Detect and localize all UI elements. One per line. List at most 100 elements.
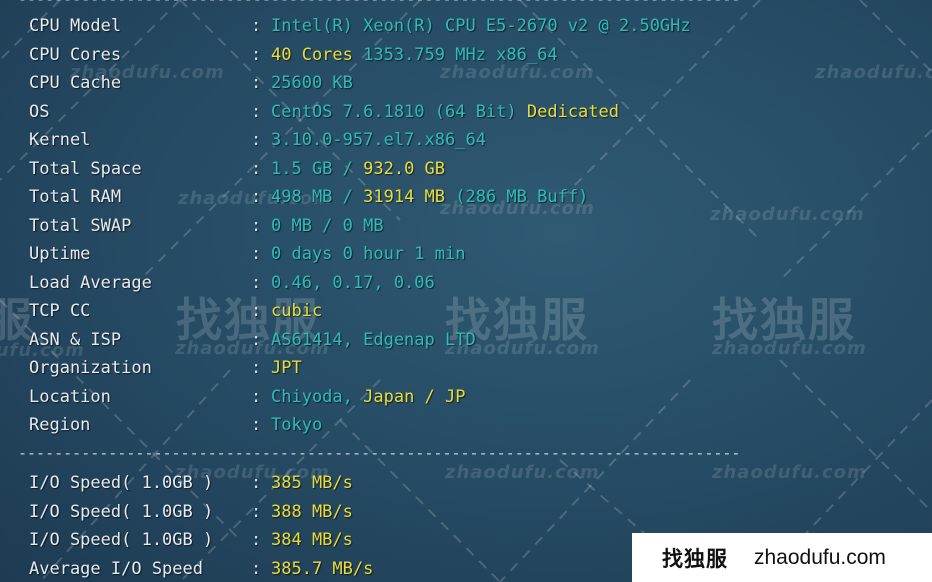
info-value: Chiyoda, Japan / JP — [271, 384, 465, 410]
info-row: Kernel:3.10.0-957.el7.x86_64 — [29, 127, 486, 153]
io-row: I/O Speed( 1.0GB ):388 MB/s — [29, 499, 353, 525]
info-label: ASN & ISP — [29, 329, 122, 350]
info-row: Total SWAP:0 MB / 0 MB — [29, 213, 384, 239]
info-colon: : — [251, 386, 262, 407]
io-row: I/O Speed( 1.0GB ):385 MB/s — [29, 470, 353, 496]
info-value-part: AS61414, Edgenap LTD — [271, 329, 476, 350]
info-value-part: 0.46, 0.17, 0.06 — [271, 272, 435, 293]
info-value-part: 3.10.0-957.el7.x86_64 — [271, 130, 486, 150]
io-label: Average I/O Speed — [29, 558, 203, 579]
info-colon: : — [251, 215, 262, 236]
io-label: I/O Speed( 1.0GB ) — [29, 501, 214, 522]
info-value: 0 MB / 0 MB — [271, 213, 384, 239]
info-row: CPU Model: Intel(R) Xeon(R) CPU E5-2670 v… — [29, 13, 691, 39]
info-colon: : — [251, 272, 262, 293]
io-row: Average I/O Speed:385.7 MB/s — [29, 556, 373, 582]
info-label: OS — [29, 101, 50, 122]
info-label: Load Average — [29, 272, 152, 293]
info-value-part: 1.5 GB / — [271, 158, 364, 179]
info-label: Organization — [29, 358, 152, 378]
info-value: 3.10.0-957.el7.x86_64 — [271, 127, 486, 153]
info-value: 40 Cores 1353.759 MHz x86_64 — [271, 42, 558, 68]
info-label: Location — [29, 386, 111, 407]
info-label: TCP CC — [29, 301, 91, 321]
info-value-part: 0 days 0 hour 1 min — [271, 244, 466, 264]
info-value-part: 932.0 GB — [363, 158, 446, 179]
io-value: 388 MB/s — [271, 501, 353, 522]
io-value: 385.7 MB/s — [271, 558, 374, 579]
info-value-part: Dedicated — [516, 101, 619, 122]
io-value: 384 MB/s — [271, 530, 353, 550]
info-value: cubic — [271, 298, 322, 324]
info-label: Total RAM — [29, 187, 122, 207]
info-row: Total RAM:498 MB / 31914 MB (286 MB Buff… — [29, 184, 588, 210]
info-value: 0.46, 0.17, 0.06 — [271, 270, 435, 296]
io-colon: : — [251, 501, 262, 522]
io-label: I/O Speed( 1.0GB ) — [29, 530, 214, 550]
info-row: TCP CC: cubic — [29, 298, 322, 324]
info-colon: : — [251, 187, 262, 207]
info-colon: : — [251, 358, 262, 378]
info-colon: : — [251, 73, 262, 93]
info-value-part: Intel(R) Xeon(R) CPU E5-2670 v2 @ 2.50GH… — [271, 16, 691, 36]
info-colon: : — [251, 130, 262, 150]
terminal-output: ----------------------------------------… — [0, 0, 932, 582]
info-colon: : — [251, 301, 262, 321]
info-value-part: Japan / JP — [352, 386, 466, 407]
separator-middle: ----------------------------------------… — [18, 444, 741, 462]
info-value-part: CentOS 7.6.1810 (64 Bit) — [271, 101, 517, 122]
info-label: Kernel — [29, 130, 91, 150]
io-colon: : — [251, 558, 262, 579]
info-value: Intel(R) Xeon(R) CPU E5-2670 v2 @ 2.50GH… — [271, 13, 691, 39]
info-row: Uptime:0 days 0 hour 1 min — [29, 241, 465, 267]
info-value-part: 1353.759 MHz x86_64 — [352, 44, 558, 65]
info-colon: : — [251, 158, 262, 179]
info-value: Tokyo — [271, 412, 322, 438]
io-row: I/O Speed( 1.0GB ):384 MB/s — [29, 527, 353, 553]
info-row: Organization: JPT — [29, 355, 302, 381]
info-value: AS61414, Edgenap LTD — [271, 327, 476, 353]
info-value: JPT — [271, 355, 302, 381]
info-label: CPU Cores — [29, 44, 122, 65]
info-colon: : — [251, 244, 262, 264]
info-value: 1.5 GB / 932.0 GB — [271, 156, 445, 182]
info-value: CentOS 7.6.1810 (64 Bit) Dedicated — [271, 99, 619, 125]
info-value-part: 40 Cores — [271, 44, 353, 65]
info-row: OS: CentOS 7.6.1810 (64 Bit) Dedicated — [29, 99, 619, 125]
info-value-part: Tokyo — [271, 415, 323, 435]
info-row: Total Space:1.5 GB / 932.0 GB — [29, 156, 445, 182]
info-row: CPU Cores:40 Cores 1353.759 MHz x86_64 — [29, 42, 558, 68]
info-colon: : — [251, 415, 262, 435]
info-row: Location: Chiyoda, Japan / JP — [29, 384, 465, 410]
io-label: I/O Speed( 1.0GB ) — [29, 473, 214, 493]
info-value-part: 25600 KB — [271, 73, 353, 93]
badge-domain: zhaodufu.com — [754, 545, 886, 569]
info-value: 25600 KB — [271, 70, 353, 96]
info-colon: : — [251, 101, 262, 122]
info-colon: : — [251, 16, 262, 36]
info-value-part: Chiyoda, — [271, 386, 353, 407]
info-label: Region — [29, 415, 91, 435]
info-label: CPU Cache — [29, 73, 122, 93]
info-value-part: JPT — [271, 358, 302, 378]
info-row: CPU Cache:25600 KB — [29, 70, 353, 96]
info-colon: : — [251, 329, 262, 350]
info-row: Region: Tokyo — [29, 412, 322, 438]
io-colon: : — [251, 530, 262, 550]
info-label: CPU Model — [29, 16, 122, 36]
badge-logo-cn: 找独服 — [662, 546, 728, 571]
io-colon: : — [251, 473, 262, 493]
info-value-part: 498 MB / — [271, 187, 364, 207]
separator-top: ----------------------------------------… — [18, 0, 740, 8]
info-label: Total SWAP — [29, 215, 132, 236]
io-value: 385 MB/s — [271, 473, 353, 493]
info-row: ASN & ISP: AS61414, Edgenap LTD — [29, 327, 476, 353]
info-row: Load Average:0.46, 0.17, 0.06 — [29, 270, 435, 296]
info-value-part: 0 MB / 0 MB — [271, 215, 384, 236]
info-value: 498 MB / 31914 MB (286 MB Buff) — [271, 184, 588, 210]
info-colon: : — [251, 44, 262, 65]
info-value-part: cubic — [271, 301, 323, 321]
info-value-part: 31914 MB — [363, 187, 446, 207]
info-value: 0 days 0 hour 1 min — [271, 241, 465, 267]
site-badge: 找独服 zhaodufu.com — [632, 533, 932, 582]
